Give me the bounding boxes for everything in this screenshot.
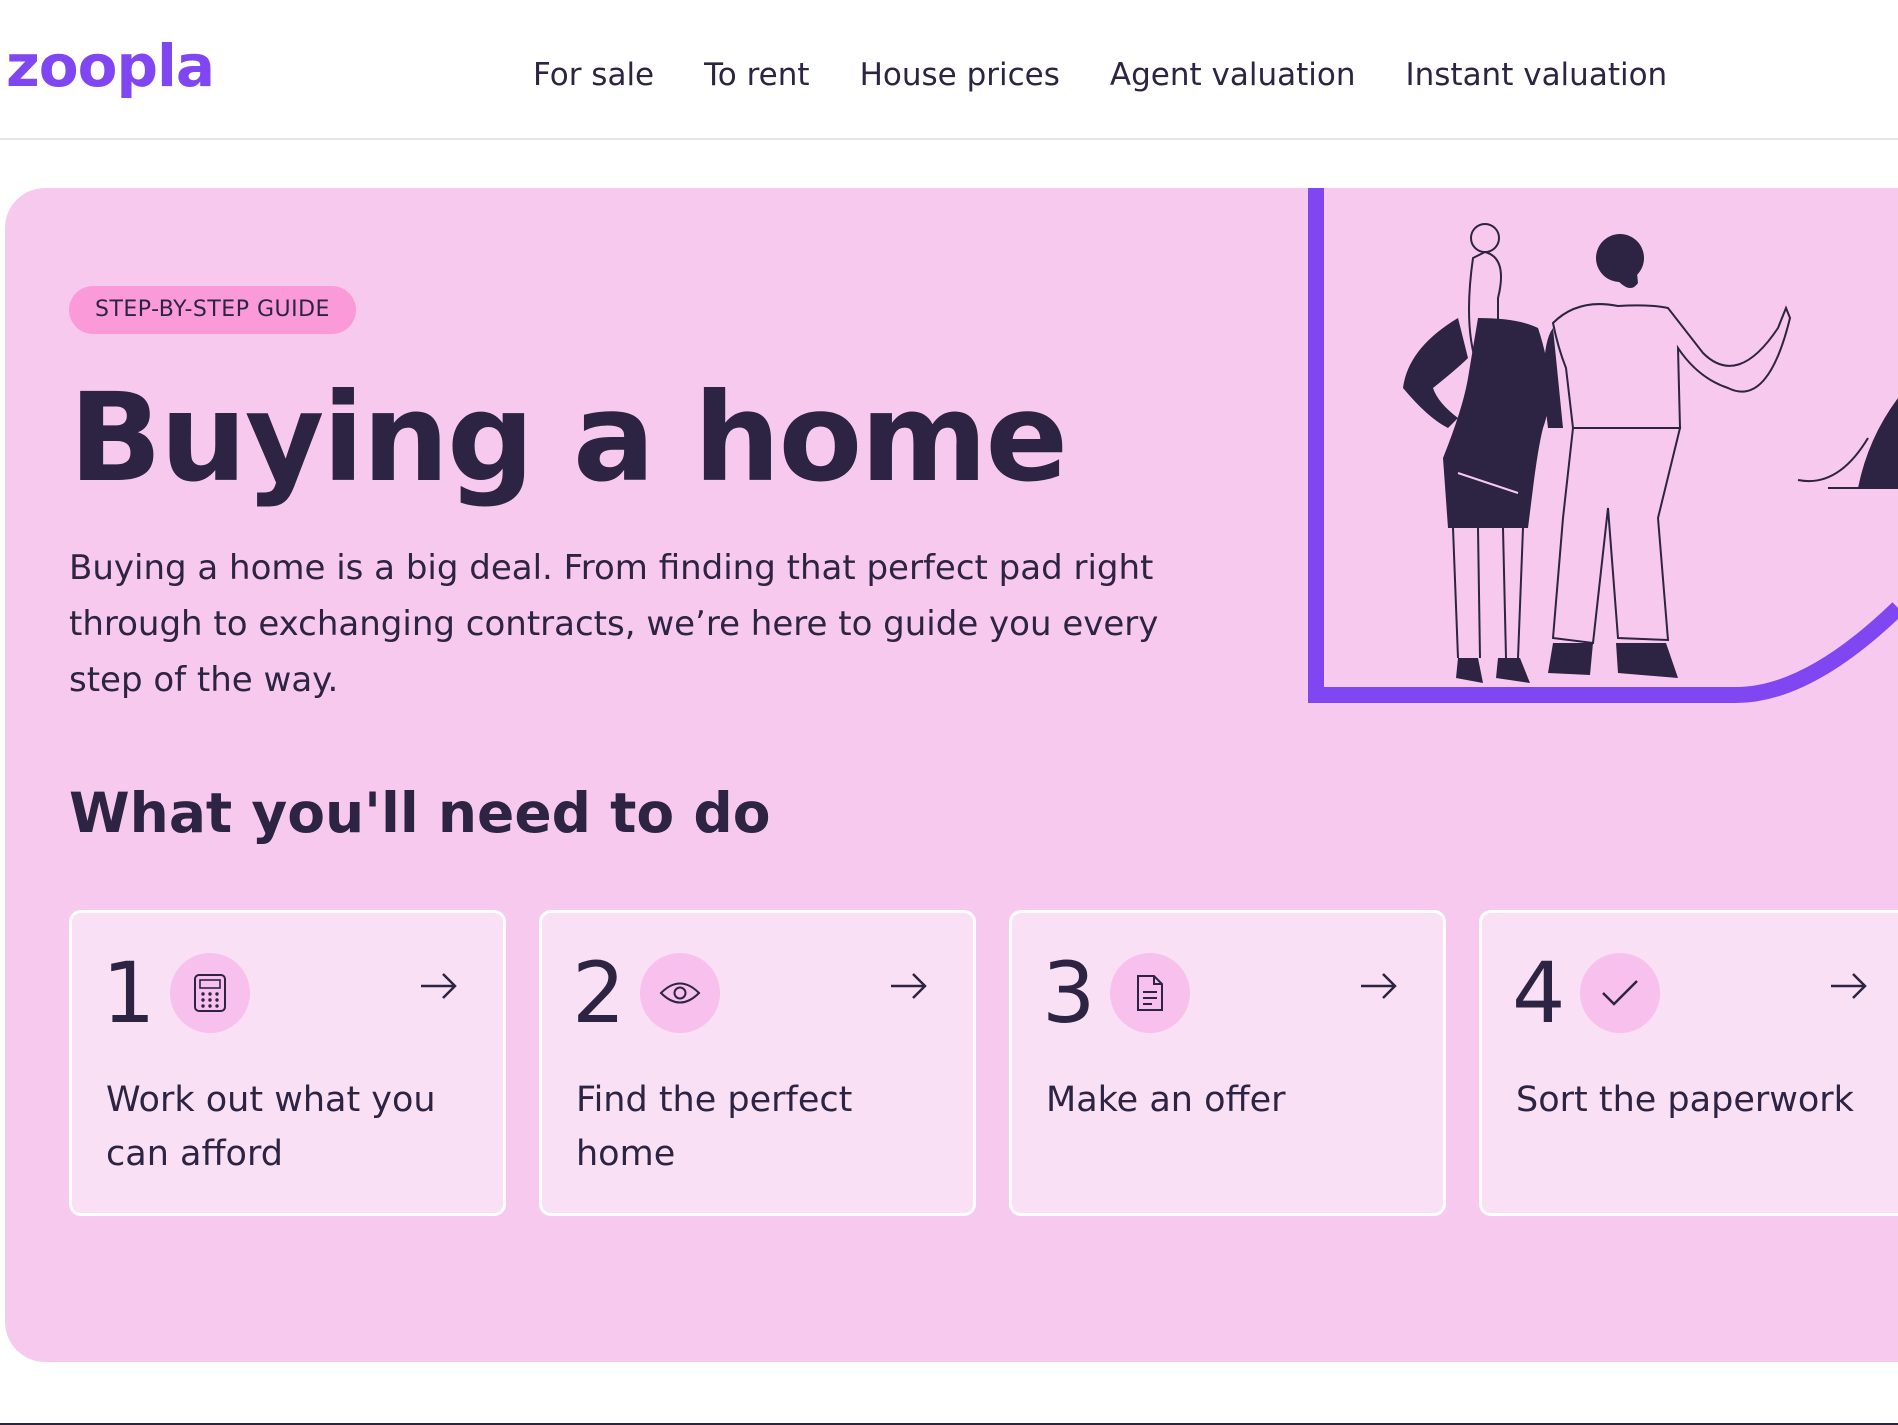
step-card-offer[interactable]: 3 Make an offer xyxy=(1009,910,1446,1216)
document-icon xyxy=(1110,953,1190,1033)
site-header: zoopla For sale To rent House prices Age… xyxy=(0,0,1898,140)
nav-instant-valuation[interactable]: Instant valuation xyxy=(1405,50,1667,100)
step-number: 1 xyxy=(102,944,156,1042)
arrow-right-icon xyxy=(1361,973,1397,999)
couple-illustration xyxy=(1308,188,1898,703)
arrow-right-icon xyxy=(1831,973,1867,999)
step-number: 2 xyxy=(572,944,626,1042)
steps-list: 1 Work out what you can afford 2 Find th… xyxy=(69,910,1898,1220)
step-card-paperwork[interactable]: 4 Sort the paperwork xyxy=(1479,910,1898,1216)
step-card-afford[interactable]: 1 Work out what you can afford xyxy=(69,910,506,1216)
nav-house-prices[interactable]: House prices xyxy=(860,50,1060,100)
zoopla-logo[interactable]: zoopla xyxy=(6,26,215,106)
step-label: Find the perfect home xyxy=(576,1080,853,1174)
nav-agent-valuation[interactable]: Agent valuation xyxy=(1110,50,1356,100)
step-label: Sort the paperwork xyxy=(1516,1080,1854,1120)
arrow-right-icon xyxy=(421,973,457,999)
step-card-find[interactable]: 2 Find the perfect home xyxy=(539,910,976,1216)
main-nav: For sale To rent House prices Agent valu… xyxy=(533,50,1667,100)
calculator-icon xyxy=(170,953,250,1033)
intro-text: Buying a home is a big deal. From findin… xyxy=(69,548,1159,700)
arrow-right-icon xyxy=(891,973,927,999)
page-title: Buying a home xyxy=(69,367,1068,509)
section-title: What you'll need to do xyxy=(69,781,771,845)
step-number: 3 xyxy=(1042,944,1096,1042)
step-label: Make an offer xyxy=(1046,1080,1286,1120)
eye-icon xyxy=(640,953,720,1033)
hero-panel: STEP-BY-STEP GUIDE Buying a home Buying … xyxy=(5,188,1898,1362)
nav-to-rent[interactable]: To rent xyxy=(704,50,809,100)
step-label: Work out what you can afford xyxy=(106,1080,436,1174)
guide-badge: STEP-BY-STEP GUIDE xyxy=(69,286,356,334)
nav-for-sale[interactable]: For sale xyxy=(533,50,654,100)
checkmark-icon xyxy=(1580,953,1660,1033)
step-number: 4 xyxy=(1512,944,1566,1042)
